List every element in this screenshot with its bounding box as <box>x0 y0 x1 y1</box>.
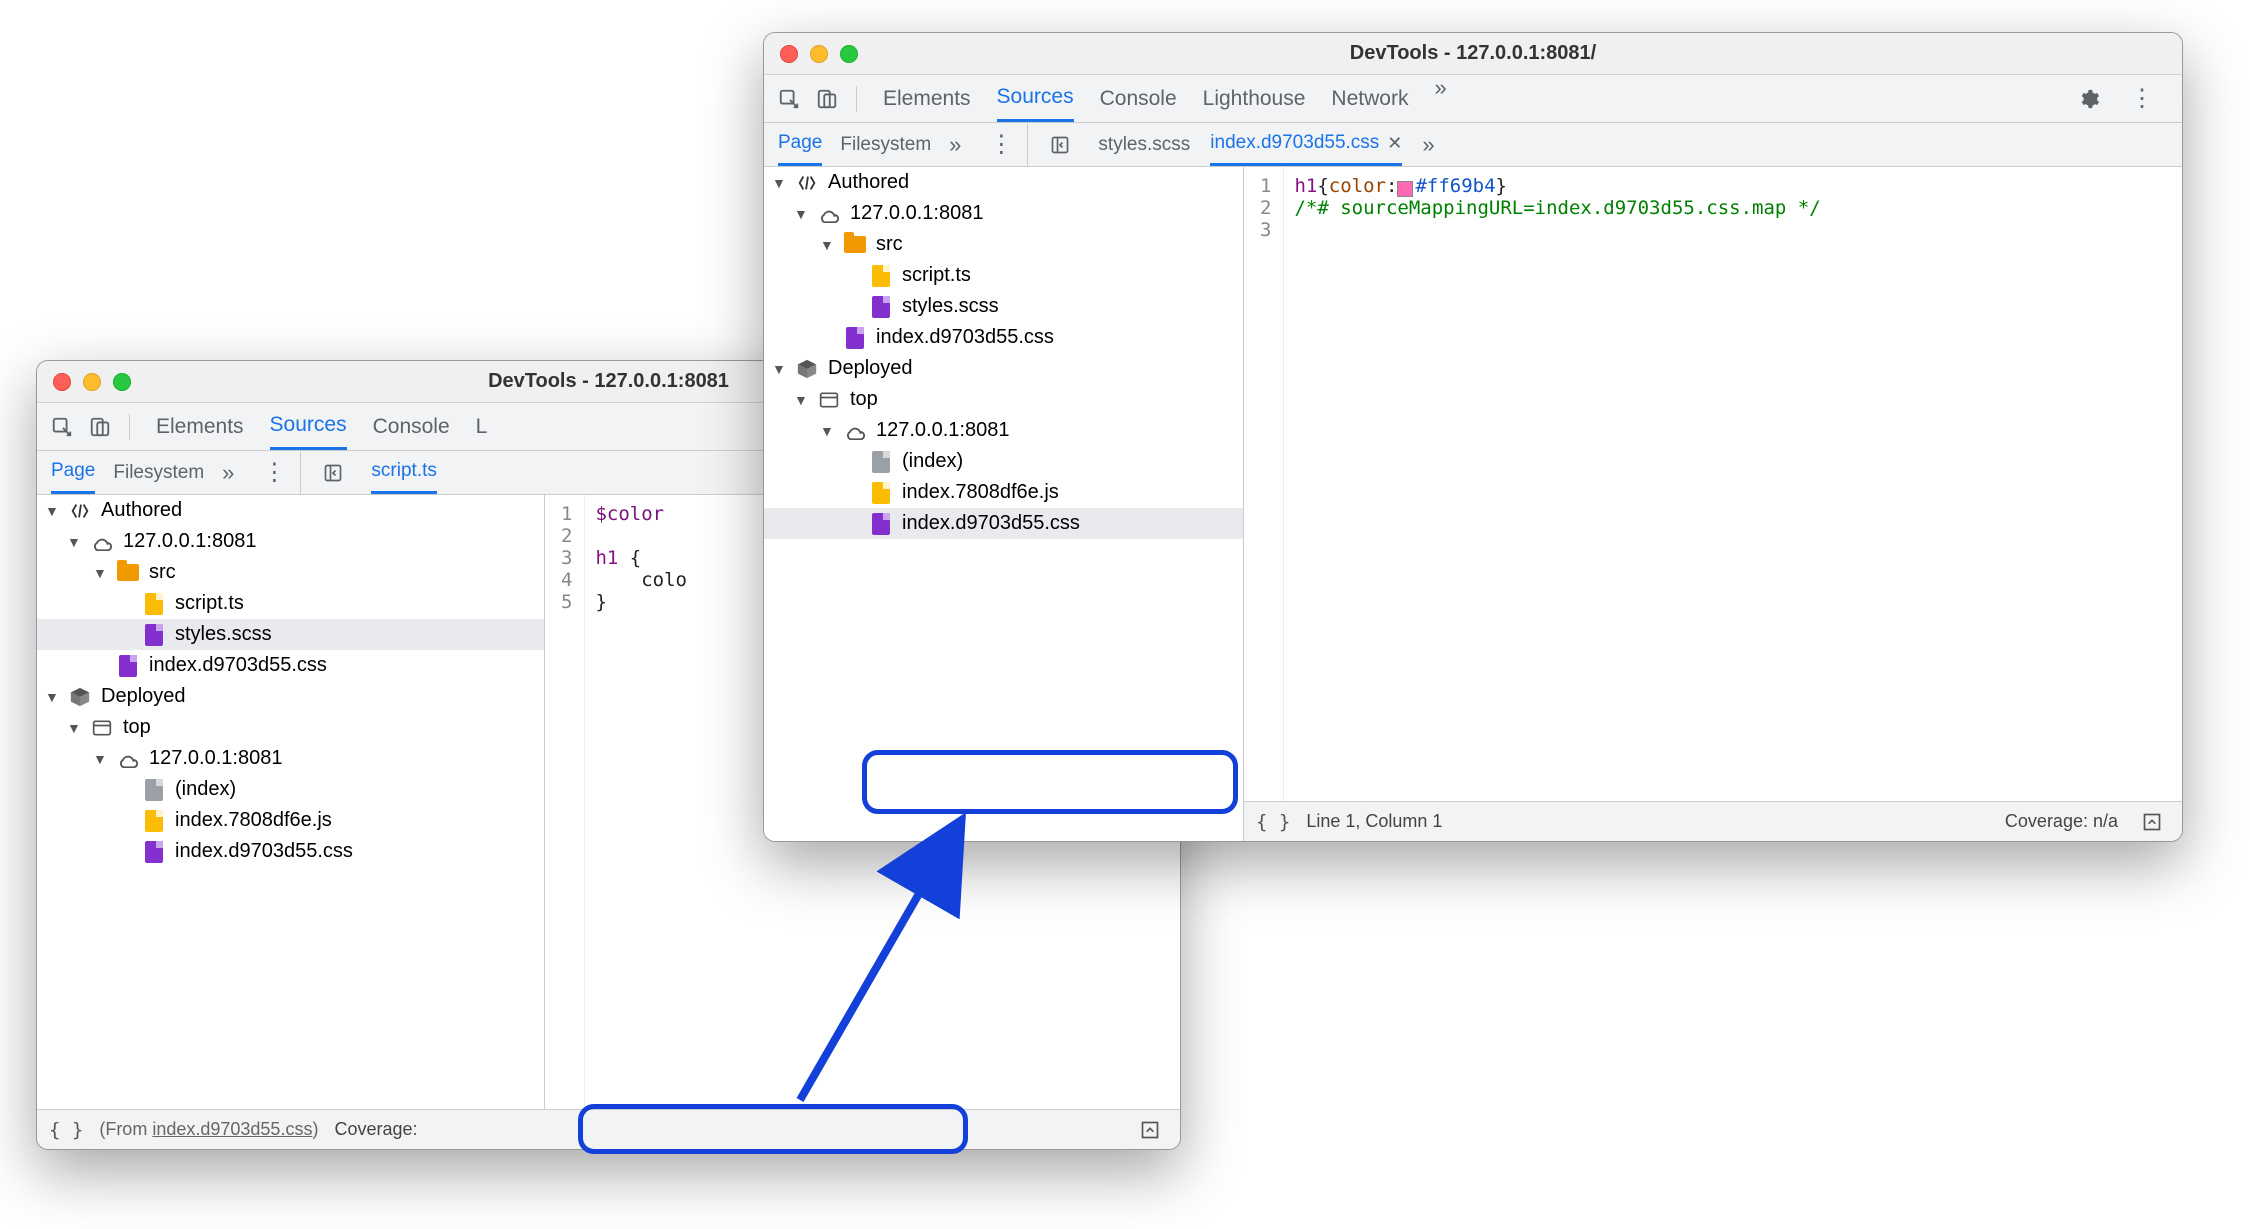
open-file-tab[interactable]: script.ts <box>371 451 436 494</box>
tree-index-js[interactable]: index.7808df6e.js <box>764 477 1243 508</box>
expand-icon[interactable] <box>2134 806 2170 838</box>
subtab-filesystem[interactable]: Filesystem <box>840 123 931 166</box>
tree-authored[interactable]: ▼Authored <box>764 167 1243 198</box>
sources-subtoolbar: Page Filesystem » ⋮ styles.scss index.d9… <box>764 123 2182 167</box>
traffic-lights <box>37 373 147 391</box>
status-from[interactable]: (From index.d9703d55.css) <box>99 1119 318 1140</box>
tree-index[interactable]: (index) <box>37 774 544 805</box>
more-icon[interactable]: » <box>222 460 234 486</box>
code-area[interactable]: $color h1 { colo } <box>585 495 697 1109</box>
close-icon[interactable] <box>53 373 71 391</box>
tab-elements[interactable]: Elements <box>883 75 971 122</box>
minimize-icon[interactable] <box>810 45 828 63</box>
coverage: Coverage: n/a <box>2005 811 2118 832</box>
traffic-lights <box>764 45 874 63</box>
tree-top[interactable]: ▼top <box>37 712 544 743</box>
gutter: 123 <box>1244 167 1284 801</box>
file-tab-label: styles.scss <box>1098 134 1190 156</box>
panel-tabs: Elements Sources Console Lighthouse Netw… <box>867 75 1463 122</box>
tree-styles-scss[interactable]: styles.scss <box>37 619 544 650</box>
subtab-page[interactable]: Page <box>51 451 95 494</box>
main-toolbar: Elements Sources Console Lighthouse Netw… <box>764 75 2182 123</box>
status-bar-b: { } Line 1, Column 1 Coverage: n/a <box>1244 801 2182 841</box>
tree-index-css2[interactable]: index.d9703d55.css <box>37 836 544 867</box>
close-tab-icon[interactable]: ✕ <box>1387 133 1402 154</box>
device-toggle-icon[interactable] <box>81 410 119 444</box>
maximize-icon[interactable] <box>840 45 858 63</box>
tab-elements[interactable]: Elements <box>156 403 244 450</box>
kebab-menu-icon[interactable]: ⋮ <box>2116 84 2168 113</box>
collapse-panel-icon[interactable] <box>315 457 351 489</box>
window-title: DevTools - 127.0.0.1:8081/ <box>764 42 2182 65</box>
device-toggle-icon[interactable] <box>808 82 846 116</box>
status-coverage: Coverage: <box>334 1119 417 1140</box>
tree-deployed[interactable]: ▼Deployed <box>37 681 544 712</box>
collapse-panel-icon[interactable] <box>1042 129 1078 161</box>
file-tab-label: index.d9703d55.css <box>1210 132 1379 154</box>
gutter: 12345 <box>545 495 585 1109</box>
more-tabs-icon[interactable]: » <box>1434 75 1446 122</box>
tree-script-ts[interactable]: script.ts <box>37 588 544 619</box>
subtab-filesystem[interactable]: Filesystem <box>113 451 204 494</box>
tree-host2[interactable]: ▼127.0.0.1:8081 <box>764 415 1243 446</box>
kebab-menu-icon[interactable]: ⋮ <box>248 458 300 487</box>
color-swatch-icon[interactable] <box>1397 181 1413 197</box>
cursor-position: Line 1, Column 1 <box>1306 811 1442 832</box>
tab-network[interactable]: Network <box>1331 75 1408 122</box>
tree-host[interactable]: ▼127.0.0.1:8081 <box>764 198 1243 229</box>
inspect-icon[interactable] <box>43 410 81 444</box>
gear-icon[interactable] <box>2070 82 2108 116</box>
tab-sources[interactable]: Sources <box>270 403 347 450</box>
tab-sources[interactable]: Sources <box>997 75 1074 122</box>
tab-more-cut[interactable]: L <box>476 403 488 450</box>
open-file-label: script.ts <box>371 460 436 482</box>
file-tab-styles[interactable]: styles.scss <box>1098 123 1190 166</box>
tree-src-folder[interactable]: ▼src <box>37 557 544 588</box>
inspect-icon[interactable] <box>770 82 808 116</box>
tree-host[interactable]: ▼127.0.0.1:8081 <box>37 526 544 557</box>
file-tree[interactable]: ▼Authored ▼127.0.0.1:8081 ▼src script.ts… <box>37 495 545 1109</box>
more-icon[interactable]: » <box>949 132 961 158</box>
tree-index-css2[interactable]: index.d9703d55.css <box>764 508 1243 539</box>
tree-index-js[interactable]: index.7808df6e.js <box>37 805 544 836</box>
format-icon[interactable]: { } <box>1256 811 1290 833</box>
tree-authored[interactable]: ▼Authored <box>37 495 544 526</box>
tree-styles-scss[interactable]: styles.scss <box>764 291 1243 322</box>
close-icon[interactable] <box>780 45 798 63</box>
code-area[interactable]: h1{color:#ff69b4} /*# sourceMappingURL=i… <box>1284 167 1830 801</box>
minimize-icon[interactable] <box>83 373 101 391</box>
subtab-page[interactable]: Page <box>778 123 822 166</box>
maximize-icon[interactable] <box>113 373 131 391</box>
tab-lighthouse[interactable]: Lighthouse <box>1203 75 1306 122</box>
tree-index-css[interactable]: index.d9703d55.css <box>764 322 1243 353</box>
tree-top[interactable]: ▼top <box>764 384 1243 415</box>
expand-icon[interactable] <box>1132 1114 1168 1146</box>
tree-src-folder[interactable]: ▼src <box>764 229 1243 260</box>
titlebar: DevTools - 127.0.0.1:8081/ <box>764 33 2182 75</box>
tree-script-ts[interactable]: script.ts <box>764 260 1243 291</box>
panel-tabs: Elements Sources Console L <box>140 403 503 450</box>
devtools-window-b[interactable]: DevTools - 127.0.0.1:8081/ Elements Sour… <box>763 32 2183 842</box>
file-tab-indexcss[interactable]: index.d9703d55.css ✕ <box>1210 123 1402 166</box>
tree-index-css[interactable]: index.d9703d55.css <box>37 650 544 681</box>
kebab-menu-icon[interactable]: ⋮ <box>975 130 1027 159</box>
tab-console[interactable]: Console <box>1100 75 1177 122</box>
tree-host2[interactable]: ▼127.0.0.1:8081 <box>37 743 544 774</box>
editor-b: 123 h1{color:#ff69b4} /*# sourceMappingU… <box>1244 167 2182 841</box>
tab-console[interactable]: Console <box>373 403 450 450</box>
format-icon[interactable]: { } <box>49 1119 83 1141</box>
tree-deployed[interactable]: ▼Deployed <box>764 353 1243 384</box>
more-files-icon[interactable]: » <box>1422 132 1434 158</box>
status-bar: { } (From index.d9703d55.css) Coverage: <box>37 1109 1180 1149</box>
tree-index[interactable]: (index) <box>764 446 1243 477</box>
file-tree[interactable]: ▼Authored ▼127.0.0.1:8081 ▼src script.ts… <box>764 167 1244 841</box>
